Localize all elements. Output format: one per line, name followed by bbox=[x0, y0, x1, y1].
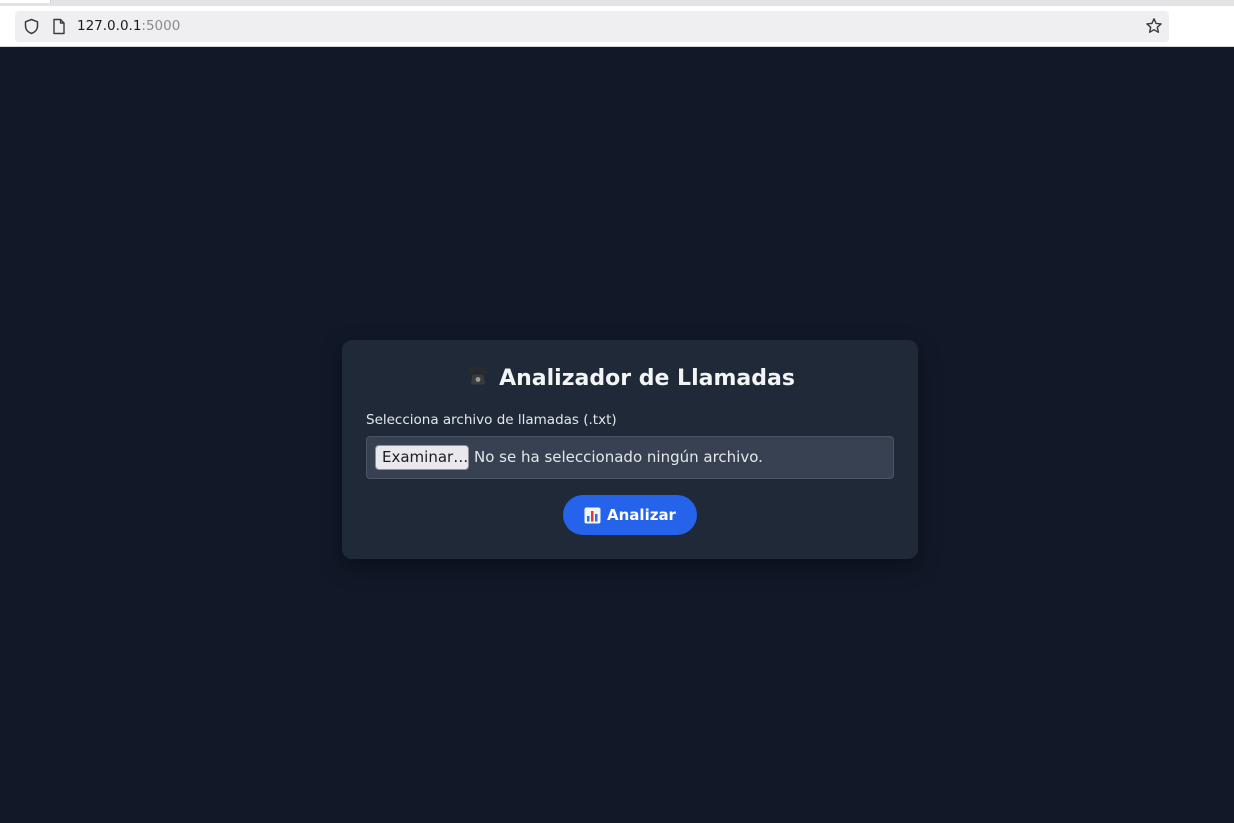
browse-button[interactable]: Examinar… bbox=[375, 445, 469, 470]
upload-card: Analizador de Llamadas Selecciona archiv… bbox=[342, 340, 918, 559]
url-text[interactable]: 127.0.0.1:5000 bbox=[77, 11, 180, 42]
analyze-label: Analizar bbox=[607, 506, 676, 524]
star-icon[interactable] bbox=[1145, 17, 1163, 35]
bar-chart-icon bbox=[584, 507, 601, 523]
file-status-text: No se ha seleccionado ningún archivo. bbox=[474, 448, 763, 466]
file-label: Selecciona archivo de llamadas (.txt) bbox=[366, 412, 617, 428]
shield-icon[interactable] bbox=[23, 18, 40, 35]
url-port: :5000 bbox=[141, 18, 181, 34]
file-input[interactable]: Examinar… No se ha seleccionado ningún a… bbox=[366, 436, 894, 479]
page-body: Analizador de Llamadas Selecciona archiv… bbox=[0, 47, 1234, 823]
title-text: Analizador de Llamadas bbox=[499, 366, 795, 391]
page-icon bbox=[53, 18, 65, 35]
page-title: Analizador de Llamadas bbox=[342, 362, 918, 391]
url-bar[interactable]: 127.0.0.1:5000 bbox=[15, 11, 1169, 42]
phone-icon bbox=[469, 366, 488, 385]
browser-tab[interactable] bbox=[0, 0, 51, 3]
analyze-button[interactable]: Analizar bbox=[563, 495, 697, 535]
url-host: 127.0.0.1 bbox=[77, 18, 142, 34]
